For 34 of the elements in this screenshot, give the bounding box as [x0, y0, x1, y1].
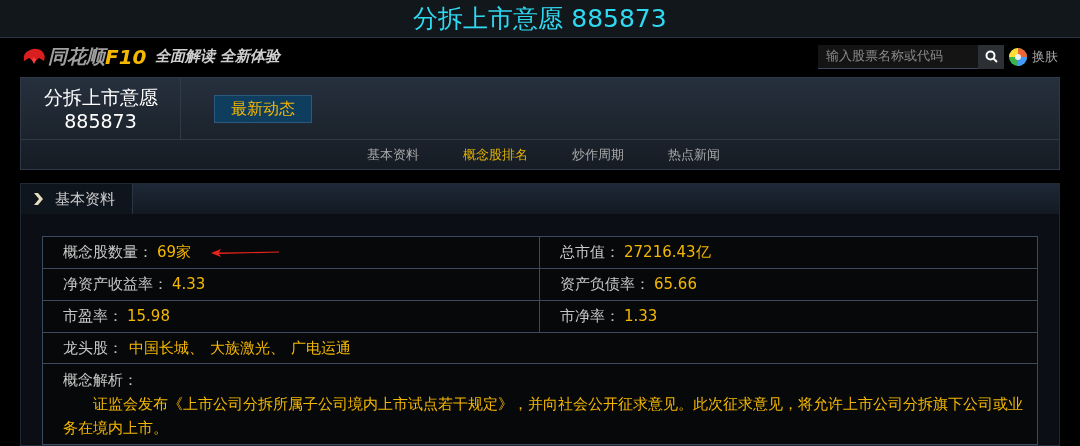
field-value: 1.33: [624, 306, 658, 328]
chevron-icon: [33, 193, 43, 205]
slogan: 全面解读 全新体验: [154, 46, 280, 68]
stock-code: 885873: [64, 108, 137, 133]
color-wheel-icon[interactable]: [1008, 46, 1028, 67]
field-value: 65.66: [654, 274, 697, 296]
window-title: 分拆上市意愿 885873: [413, 2, 667, 35]
search-button[interactable]: [978, 44, 1004, 69]
field-value: 69家: [157, 242, 192, 264]
field-label: 概念股数量：: [63, 242, 153, 264]
nav-tab[interactable]: 基本资料: [367, 144, 419, 165]
search-icon: [984, 50, 998, 64]
leader-stock-link[interactable]: 中国长城、: [129, 336, 204, 360]
skin-link[interactable]: 换肤: [1032, 46, 1058, 67]
nav-tab[interactable]: 炒作周期: [572, 144, 624, 165]
field-label: 概念解析：: [63, 370, 139, 391]
field-label: 市净率：: [560, 306, 620, 328]
field-value: 15.98: [127, 306, 170, 328]
field-label: 净资产收益率：: [63, 274, 168, 296]
field-label: 市盈率：: [63, 306, 123, 328]
field-value: 4.33: [172, 274, 206, 296]
field-label: 龙头股：: [63, 337, 123, 359]
field-value: 27216.43亿: [624, 242, 711, 264]
leader-stock-link[interactable]: 大族激光、: [210, 336, 285, 360]
nav-tab[interactable]: 热点新闻: [668, 144, 720, 165]
stock-name: 分拆上市意愿: [43, 84, 158, 109]
field-label: 资产负债率：: [560, 274, 650, 296]
field-label: 总市值：: [560, 242, 620, 264]
search-field[interactable]: 输入股票名称或代码: [818, 44, 978, 69]
leader-stock-link[interactable]: 广电运通: [291, 336, 351, 360]
analysis-text: 证监会发布《上市公司分拆所属子公司境内上市试点若干规定》，并向社会公开征求意见。此次征求意见，将允许上市公司分拆旗下公司或业务在境内上市。: [63, 394, 1024, 439]
latest-news-button[interactable]: 最新动态: [214, 94, 312, 123]
nav-tab[interactable]: 概念股排名: [463, 144, 528, 165]
section-title: 基本资料: [55, 188, 115, 210]
